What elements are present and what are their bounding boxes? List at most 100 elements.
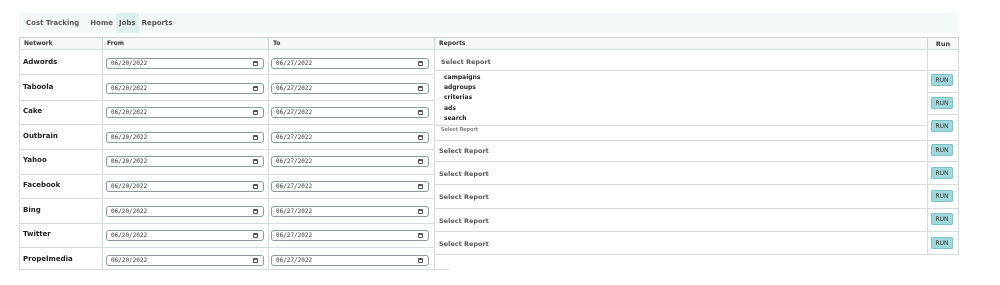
calendar-icon[interactable] bbox=[418, 110, 423, 115]
row-divider bbox=[19, 174, 435, 175]
row-divider bbox=[19, 124, 435, 125]
select-report-dropdown[interactable]: Select Report bbox=[441, 127, 478, 133]
calendar-icon[interactable] bbox=[253, 209, 258, 214]
report-divider bbox=[434, 70, 959, 71]
date-value: 06/27/2022 bbox=[276, 208, 313, 215]
report-divider bbox=[434, 125, 928, 126]
to-date-input[interactable]: 06/27/2022 bbox=[271, 255, 429, 266]
calendar-icon[interactable] bbox=[418, 135, 423, 140]
from-date-input[interactable]: 06/20/2022 bbox=[106, 107, 264, 118]
report-option[interactable]: campaigns bbox=[444, 73, 480, 83]
date-value: 06/20/2022 bbox=[111, 158, 148, 165]
network-name: Yahoo bbox=[23, 156, 47, 164]
from-date-input[interactable]: 06/20/2022 bbox=[106, 181, 264, 192]
network-name: Twitter bbox=[23, 230, 51, 238]
row-divider bbox=[19, 149, 435, 150]
date-value: 06/20/2022 bbox=[111, 60, 148, 67]
reports-column bbox=[434, 49, 928, 255]
date-value: 06/27/2022 bbox=[276, 232, 313, 239]
table-bottom-border bbox=[19, 269, 449, 270]
run-button[interactable]: RUN bbox=[931, 144, 953, 156]
network-name: Adwords bbox=[23, 58, 58, 66]
calendar-icon[interactable] bbox=[418, 86, 423, 91]
date-value: 06/27/2022 bbox=[276, 257, 313, 264]
network-name: Bing bbox=[23, 206, 41, 214]
run-button[interactable]: RUN bbox=[931, 74, 953, 86]
date-value: 06/27/2022 bbox=[276, 183, 313, 190]
to-date-input[interactable]: 06/27/2022 bbox=[271, 58, 429, 69]
run-button[interactable]: RUN bbox=[931, 167, 953, 179]
from-date-input[interactable]: 06/20/2022 bbox=[106, 230, 264, 241]
network-name: Facebook bbox=[23, 181, 61, 189]
date-value: 06/20/2022 bbox=[111, 85, 148, 92]
calendar-icon[interactable] bbox=[253, 233, 258, 238]
run-button[interactable]: RUN bbox=[931, 213, 953, 225]
run-divider bbox=[927, 114, 959, 115]
date-value: 06/27/2022 bbox=[276, 60, 313, 67]
select-report-dropdown[interactable]: Select Report bbox=[439, 170, 489, 178]
network-name: Propelmedia bbox=[23, 255, 73, 263]
to-date-input[interactable]: 06/27/2022 bbox=[271, 230, 429, 241]
calendar-icon[interactable] bbox=[253, 159, 258, 164]
select-report-dropdown[interactable]: Select Report bbox=[439, 193, 489, 201]
report-option[interactable]: ads bbox=[444, 104, 480, 114]
to-date-input[interactable]: 06/27/2022 bbox=[271, 107, 429, 118]
date-value: 06/27/2022 bbox=[276, 85, 313, 92]
from-date-input[interactable]: 06/20/2022 bbox=[106, 83, 264, 94]
to-date-input[interactable]: 06/27/2022 bbox=[271, 83, 429, 94]
calendar-icon[interactable] bbox=[253, 258, 258, 263]
nav-reports[interactable]: Reports bbox=[139, 13, 176, 33]
calendar-icon[interactable] bbox=[253, 86, 258, 91]
run-button[interactable]: RUN bbox=[931, 190, 953, 202]
report-divider bbox=[434, 231, 959, 232]
from-date-input[interactable]: 06/20/2022 bbox=[106, 132, 264, 143]
nav-home[interactable]: Home bbox=[87, 13, 116, 33]
report-option[interactable]: search bbox=[444, 114, 480, 124]
row-divider bbox=[19, 223, 435, 224]
report-divider bbox=[434, 140, 959, 141]
report-options-list[interactable]: campaigns adgroups criterias ads search bbox=[444, 73, 480, 124]
calendar-icon[interactable] bbox=[418, 61, 423, 66]
calendar-icon[interactable] bbox=[253, 184, 258, 189]
select-report-dropdown[interactable]: Select Report bbox=[439, 147, 489, 155]
to-date-input[interactable]: 06/27/2022 bbox=[271, 206, 429, 217]
to-date-input[interactable]: 06/27/2022 bbox=[271, 181, 429, 192]
nav-brand[interactable]: Cost Tracking bbox=[19, 13, 87, 33]
calendar-icon[interactable] bbox=[418, 209, 423, 214]
run-button[interactable]: RUN bbox=[931, 120, 953, 132]
select-report-dropdown[interactable]: Select Report bbox=[439, 240, 489, 248]
calendar-icon[interactable] bbox=[418, 233, 423, 238]
nav-jobs[interactable]: Jobs bbox=[116, 13, 139, 33]
network-name: Cake bbox=[23, 107, 43, 115]
calendar-icon[interactable] bbox=[253, 110, 258, 115]
row-divider bbox=[19, 74, 435, 75]
report-option[interactable]: adgroups bbox=[444, 83, 480, 93]
date-value: 06/20/2022 bbox=[111, 183, 148, 190]
network-name: Taboola bbox=[23, 83, 54, 91]
from-date-input[interactable]: 06/20/2022 bbox=[106, 255, 264, 266]
select-report-dropdown[interactable]: Select Report bbox=[439, 217, 489, 225]
row-divider bbox=[19, 198, 435, 199]
calendar-icon[interactable] bbox=[418, 159, 423, 164]
to-date-input[interactable]: 06/27/2022 bbox=[271, 132, 429, 143]
report-divider bbox=[434, 208, 959, 209]
select-report-dropdown[interactable]: Select Report bbox=[441, 58, 491, 66]
calendar-icon[interactable] bbox=[418, 258, 423, 263]
from-date-input[interactable]: 06/20/2022 bbox=[106, 206, 264, 217]
run-button[interactable]: RUN bbox=[931, 237, 953, 249]
to-date-input[interactable]: 06/27/2022 bbox=[271, 156, 429, 167]
calendar-icon[interactable] bbox=[253, 135, 258, 140]
calendar-icon[interactable] bbox=[418, 184, 423, 189]
top-nav: Cost Tracking Home Jobs Reports bbox=[19, 13, 958, 33]
date-value: 06/20/2022 bbox=[111, 134, 148, 141]
calendar-icon[interactable] bbox=[253, 61, 258, 66]
date-value: 06/27/2022 bbox=[276, 158, 313, 165]
date-value: 06/20/2022 bbox=[111, 232, 148, 239]
report-option[interactable]: criterias bbox=[444, 93, 480, 103]
from-date-input[interactable]: 06/20/2022 bbox=[106, 58, 264, 69]
report-divider bbox=[434, 184, 959, 185]
date-value: 06/27/2022 bbox=[276, 134, 313, 141]
run-button[interactable]: RUN bbox=[931, 97, 953, 109]
from-date-input[interactable]: 06/20/2022 bbox=[106, 156, 264, 167]
date-value: 06/27/2022 bbox=[276, 109, 313, 116]
